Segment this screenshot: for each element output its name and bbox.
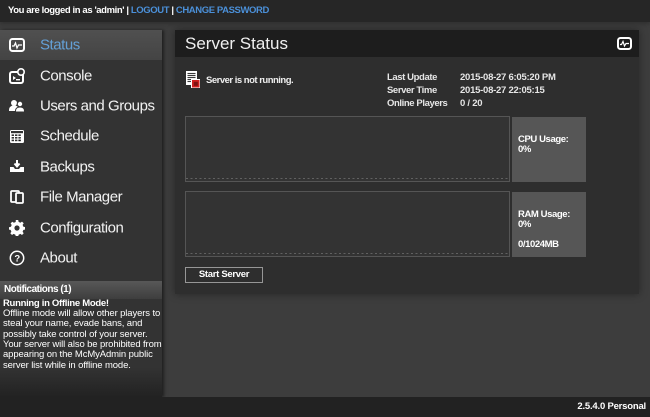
svg-text:?: ? — [14, 253, 20, 264]
